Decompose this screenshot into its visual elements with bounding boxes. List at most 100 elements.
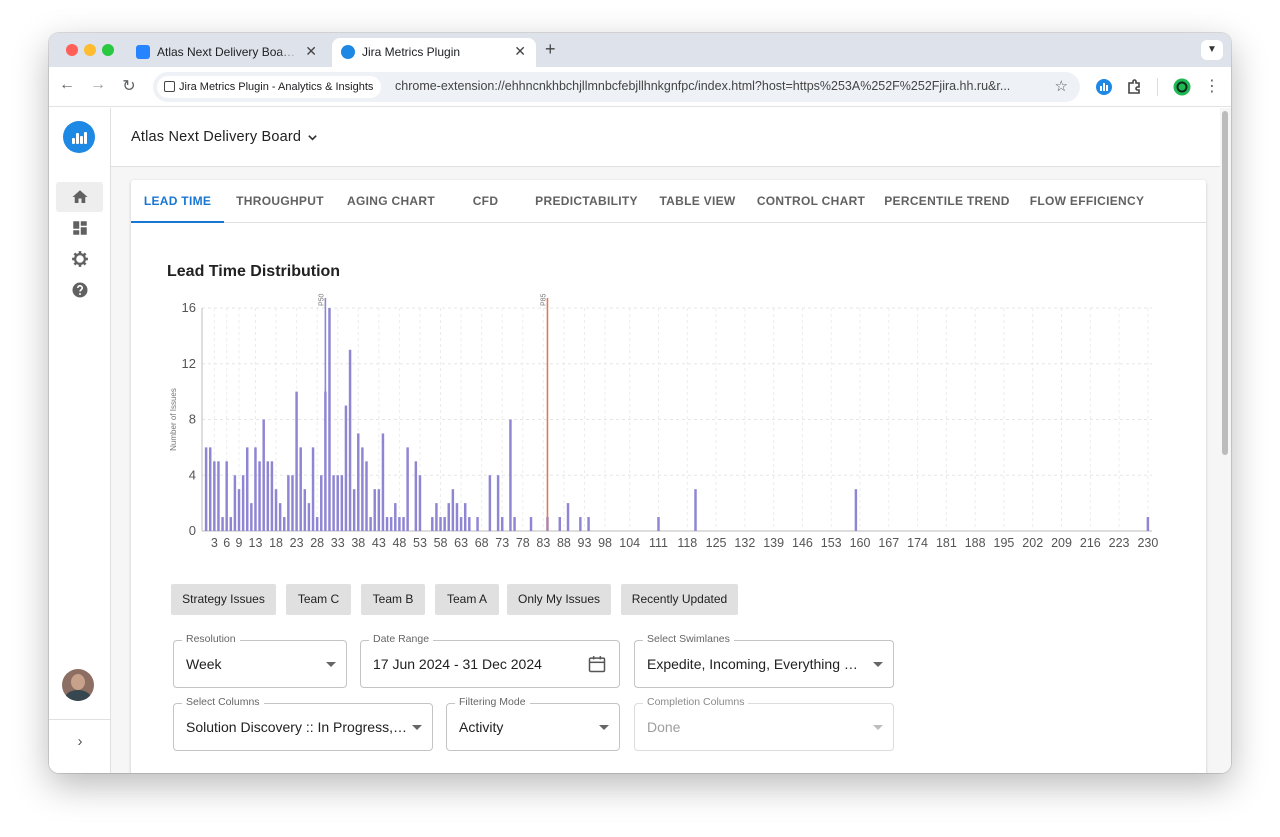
chart-bar — [377, 489, 381, 531]
browser-toolbar: ← → ↻ Jira Metrics Plugin - Analytics & … — [49, 67, 1231, 107]
close-window-button[interactable] — [66, 44, 78, 56]
x-tick-label: 78 — [516, 536, 530, 550]
chart-bar — [299, 447, 302, 531]
chart-bar — [566, 503, 570, 531]
x-tick-label: 111 — [649, 536, 668, 550]
chip-team-c[interactable]: Team C — [286, 584, 351, 615]
chip-recently-updated[interactable]: Recently Updated — [621, 584, 738, 615]
chart-bar — [418, 475, 422, 531]
chart-bar — [348, 349, 352, 531]
x-tick-label: 73 — [495, 536, 509, 550]
dropdown-arrow-icon — [873, 662, 883, 667]
x-tick-label: 9 — [236, 536, 243, 550]
close-tab-icon[interactable]: ✕ — [305, 43, 317, 60]
chart-bar — [488, 475, 492, 531]
x-tick-label: 58 — [434, 536, 448, 550]
x-tick-label: 216 — [1080, 536, 1101, 550]
sidebar-item-dashboard[interactable] — [56, 213, 103, 243]
kebab-menu-icon[interactable]: ⋮ — [1202, 76, 1222, 96]
reference-lines: P50 P85 — [318, 293, 549, 531]
filtering-mode-select[interactable]: Filtering Mode Activity — [446, 696, 620, 751]
x-tick-label: 18 — [269, 536, 283, 550]
date-range-field[interactable]: Date Range 17 Jun 2024 - 31 Dec 2024 — [360, 633, 620, 688]
tab-aging-chart[interactable]: AGING CHART — [336, 180, 446, 223]
forward-icon[interactable]: → — [88, 76, 108, 94]
new-tab-icon[interactable]: + — [545, 39, 556, 60]
profile-icon[interactable] — [1173, 78, 1191, 96]
tab-search-icon[interactable]: ▼ — [1201, 40, 1223, 60]
scrollbar-thumb[interactable] — [1222, 111, 1228, 455]
chevron-down-icon[interactable] — [307, 132, 318, 143]
completion-columns-label: Completion Columns — [643, 696, 749, 708]
tab-predictability[interactable]: PREDICTABILITY — [525, 180, 648, 223]
zoom-window-button[interactable] — [102, 44, 114, 56]
sidebar-item-help[interactable] — [56, 275, 103, 305]
tab-table-view[interactable]: TABLE VIEW — [648, 180, 747, 223]
reload-icon[interactable]: ↻ — [119, 76, 139, 96]
chart-bar — [344, 405, 348, 531]
chip-team-b[interactable]: Team B — [361, 584, 425, 615]
swimlanes-select[interactable]: Select Swimlanes Expedite, Incoming, Eve… — [634, 633, 894, 688]
browser-tab-jira-metrics[interactable]: Jira Metrics Plugin ✕ — [332, 38, 536, 67]
sidebar-item-home[interactable] — [56, 182, 103, 212]
chart-bar — [311, 447, 315, 531]
puzzle-icon[interactable] — [1126, 78, 1144, 96]
chart-bar — [854, 489, 858, 531]
tab-throughput[interactable]: THROUGHPUT — [224, 180, 336, 223]
chart-bar — [529, 517, 533, 531]
chart-bar — [414, 461, 418, 531]
chart-bar — [270, 461, 274, 531]
chart-bar — [579, 517, 582, 531]
columns-label: Select Columns — [182, 696, 264, 708]
calendar-icon[interactable] — [587, 654, 607, 674]
close-tab-icon[interactable]: ✕ — [514, 43, 526, 60]
tab-control-chart[interactable]: CONTROL CHART — [747, 180, 875, 223]
resolution-select[interactable]: Resolution Week — [173, 633, 347, 688]
tab-flow-efficiency[interactable]: FLOW EFFICIENCY — [1019, 180, 1155, 223]
chart-bar — [320, 475, 323, 531]
tab-cfd[interactable]: CFD — [446, 180, 525, 223]
chart-bar — [431, 517, 434, 531]
chart-bar — [328, 308, 331, 531]
x-tick-label: 23 — [290, 536, 304, 550]
chart-bar — [225, 461, 228, 531]
user-avatar[interactable] — [62, 669, 94, 701]
chart-bar — [496, 475, 500, 531]
chart-bar — [307, 503, 311, 531]
expand-sidebar-icon[interactable]: › — [49, 733, 111, 750]
chip-team-a[interactable]: Team A — [435, 584, 499, 615]
tab-lead-time[interactable]: LEAD TIME — [131, 180, 224, 223]
site-info-chip[interactable]: Jira Metrics Plugin - Analytics & Insigh… — [157, 76, 382, 98]
sidebar-item-settings[interactable] — [56, 244, 103, 274]
url-text[interactable]: chrome-extension://ehhncnkhbchjllmnbcfeb… — [395, 79, 1035, 93]
chart-bar — [357, 433, 360, 531]
x-tick-label: 188 — [965, 536, 986, 550]
x-tick-label: 139 — [763, 536, 784, 550]
scrollbar[interactable] — [1220, 108, 1231, 773]
chip-strategy-issues[interactable]: Strategy Issues — [171, 584, 276, 615]
extension-icon[interactable] — [1095, 78, 1113, 96]
columns-select[interactable]: Select Columns Solution Discovery :: In … — [173, 696, 433, 751]
chart-bar — [463, 503, 467, 531]
chip-only-my-issues[interactable]: Only My Issues — [507, 584, 611, 615]
chart-grid — [202, 307, 1152, 532]
chart-bar — [406, 447, 409, 531]
x-tick-label: 3 — [211, 536, 218, 550]
chart-bar — [213, 461, 216, 531]
board-selector[interactable]: Atlas Next Delivery Board — [131, 129, 301, 145]
star-icon[interactable]: ☆ — [1055, 77, 1068, 95]
chart-bar — [246, 447, 249, 531]
chart-bar — [365, 461, 368, 531]
chart-bar — [657, 517, 660, 531]
tab-percentile-trend[interactable]: PERCENTILE TREND — [875, 180, 1019, 223]
back-icon[interactable]: ← — [57, 76, 77, 94]
chart-bar — [303, 489, 307, 531]
x-tick-label: 174 — [907, 536, 928, 550]
browser-tab-atlas[interactable]: Atlas Next Delivery Board - Ka ✕ — [127, 38, 327, 67]
chart-bar — [229, 517, 233, 531]
x-tick-label: 48 — [392, 536, 406, 550]
address-bar[interactable]: Jira Metrics Plugin - Analytics & Insigh… — [153, 72, 1080, 102]
chart-bar — [1146, 517, 1150, 531]
minimize-window-button[interactable] — [84, 44, 96, 56]
help-icon — [72, 282, 87, 298]
